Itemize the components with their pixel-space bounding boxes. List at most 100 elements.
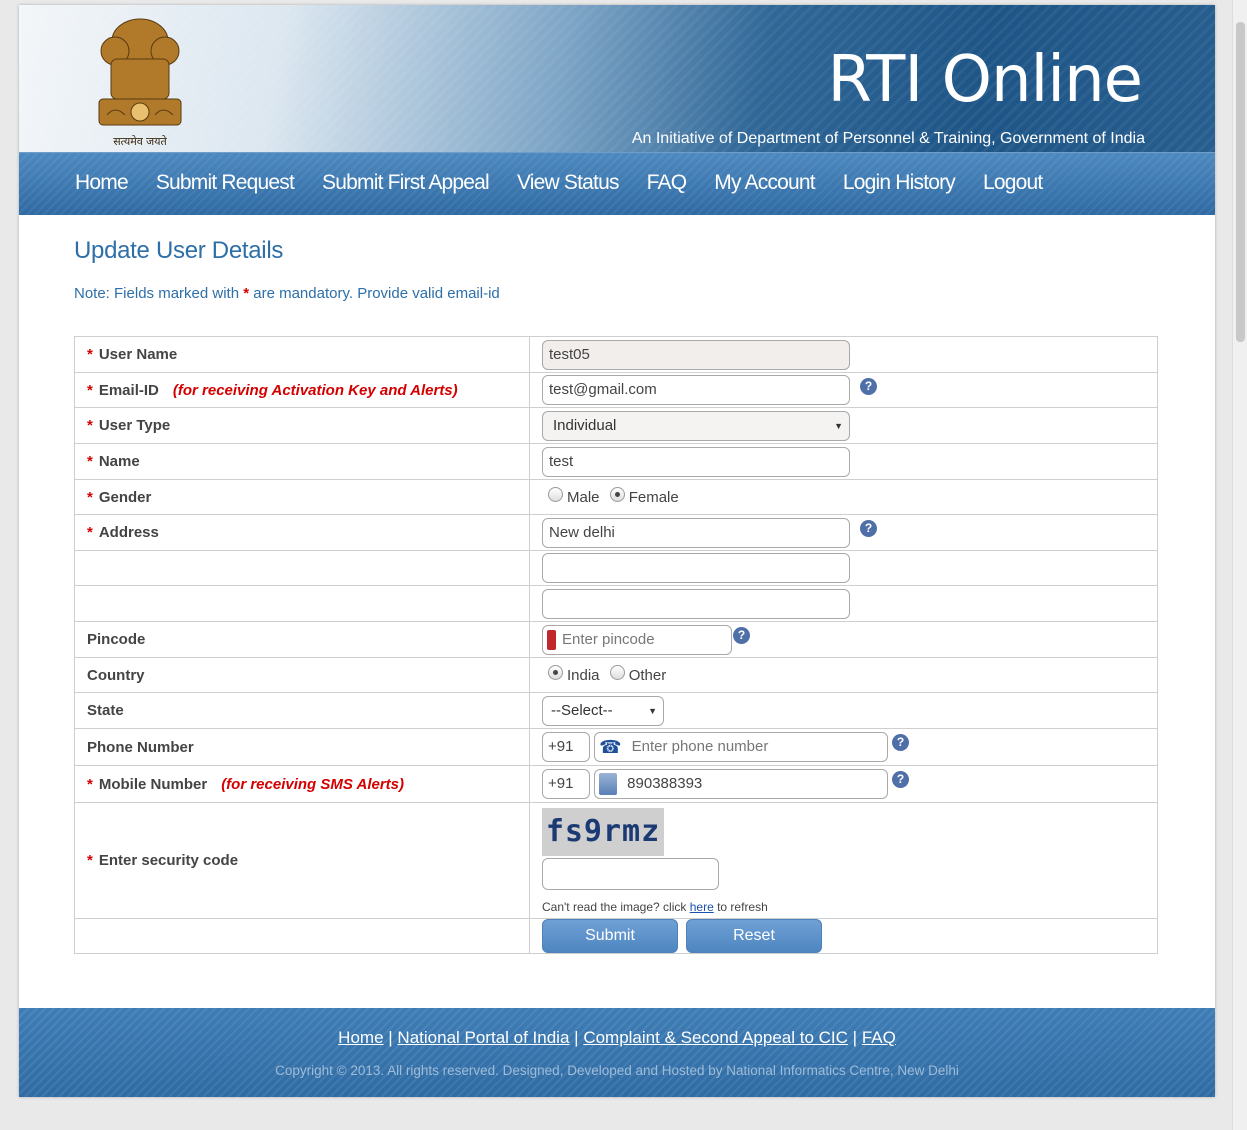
name-field-cell: test [529,443,1158,480]
state-select[interactable]: --Select-- ▼ [542,695,664,726]
country-label-cell: Country [74,657,530,693]
pincode-label-cell: Pincode [74,621,530,658]
row-address-3 [74,585,1158,622]
user-name-input[interactable]: test05 [542,339,850,370]
name-input[interactable]: test [542,446,850,477]
email-input[interactable]: test@gmail.com [542,375,850,405]
phone-input[interactable]: ☎ Enter phone number [594,732,889,762]
vertical-scrollbar[interactable] [1232,0,1247,1130]
national-emblem-icon: सत्यमेव जयते [98,18,182,148]
name-label: Name [98,453,140,470]
state-value: --Select-- [551,701,613,719]
phone-placeholder: Enter phone number [631,738,769,755]
site-subtitle: An Initiative of Department of Personnel… [631,130,1145,147]
note-text-before: Note: Fields marked with [74,285,240,302]
country-india-radio[interactable] [548,664,563,680]
reset-button[interactable]: Reset [686,919,822,953]
scrollbar-thumb[interactable] [1236,22,1245,342]
captcha-image: fs9rmz [542,807,664,856]
required-mark: * [87,524,93,541]
footer-link-national-portal[interactable]: National Portal of India [397,1028,569,1047]
pincode-input[interactable]: Enter pincode [542,624,732,655]
country-field-cell: India Other [529,657,1158,693]
address-label-cell: * Address [74,514,530,551]
site-footer: Home | National Portal of India | Compla… [19,1008,1215,1097]
country-india-label: India [567,666,600,684]
nav-my-account[interactable]: My Account [704,171,825,195]
buttons-cell: Submit Reset [529,918,1158,954]
row-pincode: Pincode Enter pincode? [74,621,1158,658]
security-label: Enter security code [98,852,239,869]
user-details-form: * User Name test05 * Email-ID (for receivin… [74,336,1158,954]
emblem-motto: सत्यमेव जयते [113,135,167,148]
user-name-label: User Name [98,346,178,363]
mobile-hint: (for receiving SMS Alerts) [221,775,405,793]
nav-home[interactable]: Home [65,171,138,195]
address-label: Address [98,524,159,541]
site-title: RTI Online [827,43,1143,117]
security-field-cell: fs9rmz Can't read the image? click here … [529,802,1158,919]
footer-link-faq[interactable]: FAQ [862,1028,896,1047]
address-line3-input[interactable] [542,588,850,619]
mobile-help-icon[interactable]: ? [892,771,909,788]
empty-label-cell [74,918,530,954]
nav-faq[interactable]: FAQ [637,171,697,195]
name-label-cell: * Name [74,443,530,480]
mobile-country-code: +91 [542,769,590,799]
address-line3-cell [529,585,1158,622]
mobile-value: 890388393 [627,775,703,792]
email-label-cell: * Email-ID (for receiving Activation Key a… [74,372,530,408]
mobile-input[interactable]: 890388393 [594,769,889,799]
nav-submit-first-appeal[interactable]: Submit First Appeal [312,171,499,195]
address-line1-input[interactable]: New delhi [542,517,850,548]
nav-submit-request[interactable]: Submit Request [146,171,304,195]
footer-link-home[interactable]: Home [338,1028,383,1047]
nav-login-history[interactable]: Login History [833,171,965,195]
state-label-cell: State [74,692,530,729]
row-mobile: * Mobile Number (for receiving SMS Alerts)… [74,765,1158,803]
refresh-text-after: to refresh [717,899,768,914]
user-type-label: User Type [98,417,171,434]
email-help-icon[interactable]: ? [860,378,877,395]
row-state: State --Select-- ▼ [74,692,1158,729]
gender-female-radio[interactable] [609,486,625,502]
footer-separator: | [852,1028,858,1047]
postbox-icon [547,629,556,650]
phone-label: Phone Number [87,738,194,756]
pincode-field-cell: Enter pincode? [529,621,1158,658]
captcha-refresh-link[interactable]: here [690,900,714,914]
pincode-label: Pincode [87,631,146,648]
dropdown-arrow-icon: ▼ [834,420,843,431]
state-field-cell: --Select-- ▼ [529,692,1158,729]
phone-help-icon[interactable]: ? [892,734,909,751]
security-code-input[interactable] [542,857,719,890]
user-type-label-cell: * User Type [74,407,530,444]
address-field-cell: New delhi? [529,514,1158,551]
address-line2-input[interactable] [542,553,850,583]
address-line2-cell [529,550,1158,586]
refresh-text-before: Can't read the image? click [542,899,687,914]
row-buttons: Submit Reset [74,918,1158,954]
pincode-help-icon[interactable]: ? [733,627,750,644]
user-type-select[interactable]: Individual ▼ [542,410,850,441]
mandatory-note: Note: Fields marked with * are mandatory… [74,285,500,302]
user-type-value: Individual [553,416,617,434]
footer-link-complaint-cic[interactable]: Complaint & Second Appeal to CIC [583,1028,848,1047]
required-mark: * [87,775,93,793]
row-address-2 [74,550,1158,586]
mobile-field-cell: +91 890388393? [529,765,1158,803]
address-help-icon[interactable]: ? [860,520,877,537]
footer-separator: | [574,1028,579,1047]
country-other-radio[interactable] [609,664,625,680]
main-nav: Home Submit Request Submit First Appeal … [19,152,1215,215]
nav-view-status[interactable]: View Status [507,171,629,195]
dropdown-arrow-icon: ▼ [648,705,657,716]
nav-logout[interactable]: Logout [973,171,1052,195]
security-label-cell: * Enter security code [74,802,530,919]
submit-button[interactable]: Submit [542,919,678,953]
phone-field-cell: +91 ☎ Enter phone number? [529,728,1158,766]
user-type-field-cell: Individual ▼ [529,407,1158,444]
required-mark: * [87,453,93,470]
gender-label: Gender [98,488,152,506]
gender-male-radio[interactable] [548,486,563,502]
